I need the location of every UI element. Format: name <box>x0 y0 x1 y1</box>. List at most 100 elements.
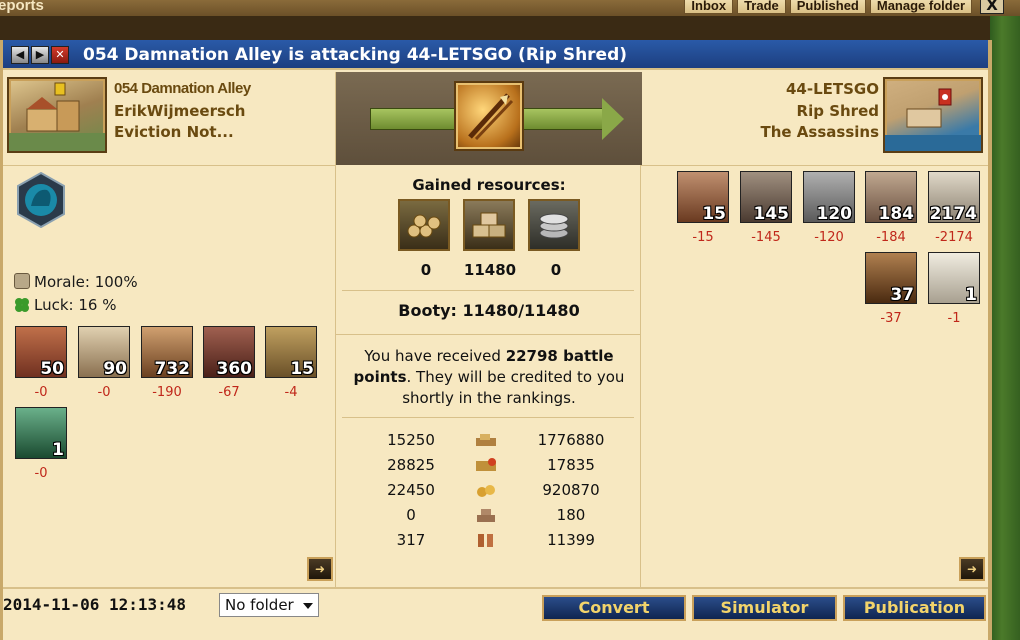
horseman-icon[interactable]: 15 <box>677 171 729 224</box>
simulator-button[interactable]: Simulator <box>692 595 837 621</box>
convert-button[interactable]: Convert <box>542 595 686 621</box>
booty-value: Booty: 11480/11480 <box>398 301 580 320</box>
unit-loss: -0 <box>34 385 48 400</box>
resources-lost-icon <box>474 432 498 448</box>
unit-loss: -145 <box>751 230 781 245</box>
arrow-right-icon: ➜ <box>314 562 326 576</box>
population-icon <box>474 532 498 548</box>
attack-banner <box>336 72 642 165</box>
defender-city-image[interactable] <box>883 77 983 153</box>
silver-icon <box>528 199 580 251</box>
gained-resources-title: Gained resources: <box>412 176 566 194</box>
unit-count: 120 <box>816 204 853 224</box>
medusa-icon[interactable]: 1 <box>15 407 67 460</box>
minotaur-icon[interactable]: 37 <box>865 252 917 305</box>
defender-panel: 44-LETSGO Rip Shred The Assassins 15 145… <box>641 72 988 587</box>
attacker-info-button[interactable]: ➜ <box>307 557 333 581</box>
delete-report-button[interactable]: ✕ <box>51 46 69 64</box>
divider <box>342 290 634 291</box>
tab-inbox[interactable]: Inbox <box>684 0 734 14</box>
unit-count: 15 <box>702 204 726 224</box>
close-reports-button[interactable]: X <box>980 0 1004 14</box>
folder-select[interactable]: No folder <box>219 593 319 617</box>
next-report-button[interactable]: ▶ <box>31 46 49 64</box>
stats-defender-value: 11399 <box>547 531 595 549</box>
stats-attacker-value: 317 <box>396 531 426 549</box>
previous-report-button[interactable]: ◀ <box>11 46 29 64</box>
defender-alliance-link[interactable]: The Assassins <box>761 123 880 141</box>
folder-select-value: No folder <box>225 596 294 614</box>
attacker-player-link[interactable]: ErikWijmeersch <box>114 102 245 120</box>
tab-manage-folder[interactable]: Manage folder <box>869 0 972 14</box>
attacker-panel: 054 Damnation Alley ErikWijmeersch Evict… <box>3 72 335 587</box>
city-icon <box>9 82 105 151</box>
unit-loss: -2174 <box>935 230 973 245</box>
catapult-icon[interactable]: 15 <box>265 326 317 379</box>
unit-loss: -15 <box>692 230 714 245</box>
stats-defender-value: 920870 <box>542 481 600 499</box>
attack-spear-icon <box>456 83 522 149</box>
report-window: ◀ ▶ ✕ 054 Damnation Alley is attacking 4… <box>0 40 992 640</box>
defender-player-link[interactable]: Rip Shred <box>797 102 879 120</box>
hoplite-icon[interactable]: 732 <box>141 326 193 379</box>
units-lost-icon <box>474 457 498 473</box>
stats-row: 15250 1776880 <box>336 431 642 451</box>
luck-value: Luck: 16 % <box>34 296 117 314</box>
report-date: 2014-11-06 12:13:48 <box>3 595 187 614</box>
unit-count: 15 <box>290 359 314 379</box>
hoplite-icon[interactable]: 145 <box>740 171 792 224</box>
attacker-city-image[interactable] <box>7 77 107 153</box>
hero-icon[interactable] <box>13 172 69 228</box>
tab-published[interactable]: Published <box>789 0 866 14</box>
unit-count: 360 <box>216 359 253 379</box>
fire-ship-icon[interactable]: 50 <box>15 326 67 379</box>
attack-arrow-head <box>602 98 624 140</box>
top-tabs: Inbox Trade Published Manage folder <box>684 0 972 14</box>
stone-value: 11480 <box>463 261 517 279</box>
bireme-icon[interactable]: 2174 <box>928 171 980 224</box>
report-title: 054 Damnation Alley is attacking 44-LETS… <box>83 45 628 65</box>
report-footer: 2014-11-06 12:13:48 No folder Convert Si… <box>3 587 988 640</box>
battle-points-prefix: You have received <box>364 347 506 365</box>
unit-loss: -0 <box>97 385 111 400</box>
stats-attacker-value: 0 <box>406 506 416 524</box>
attacker-city-link[interactable]: 054 Damnation Alley <box>114 80 251 97</box>
unit-count: 37 <box>890 285 914 305</box>
stats-row: 22450 920870 <box>336 481 642 501</box>
defender-city-link[interactable]: 44-LETSGO <box>786 80 879 98</box>
unit-loss: -4 <box>284 385 298 400</box>
stats-attacker-value: 22450 <box>387 481 435 499</box>
unit-loss: -190 <box>152 385 182 400</box>
stats-row: 0 180 <box>336 506 642 526</box>
attacker-alliance-link[interactable]: Eviction Not... <box>114 123 234 141</box>
stats-defender-value: 180 <box>556 506 586 524</box>
publication-button[interactable]: Publication <box>843 595 986 621</box>
wood-value: 0 <box>420 261 432 279</box>
wood-icon <box>398 199 450 251</box>
gold-icon <box>474 482 498 498</box>
unit-count: 50 <box>40 359 64 379</box>
swordsman-icon[interactable]: 184 <box>865 171 917 224</box>
stats-defender-value: 1776880 <box>537 431 605 449</box>
archer-icon[interactable]: 120 <box>803 171 855 224</box>
unit-count: 1 <box>52 440 64 460</box>
stats-row: 317 11399 <box>336 531 642 551</box>
stats-row: 28825 17835 <box>336 456 642 476</box>
map-background-edge <box>990 16 1020 640</box>
tab-trade[interactable]: Trade <box>737 0 786 14</box>
morale-value: Morale: 100% <box>34 273 138 291</box>
unit-loss: -37 <box>880 311 902 326</box>
chevron-down-icon <box>303 603 313 609</box>
unit-loss: -120 <box>814 230 844 245</box>
arrow-right-icon: ➜ <box>966 562 978 576</box>
top-bar: eports Inbox Trade Published Manage fold… <box>0 0 1020 16</box>
battle-points-suffix: . They will be credited to you shortly i… <box>402 368 625 407</box>
pegasus-icon[interactable]: 1 <box>928 252 980 305</box>
chariot-icon[interactable]: 360 <box>203 326 255 379</box>
defender-info-button[interactable]: ➜ <box>959 557 985 581</box>
battle-points-message: You have received 22798 battle points. T… <box>342 346 636 409</box>
bricks-icon <box>474 507 498 523</box>
transport-boat-icon[interactable]: 90 <box>78 326 130 379</box>
silver-value: 0 <box>550 261 562 279</box>
stats-attacker-value: 28825 <box>387 456 435 474</box>
